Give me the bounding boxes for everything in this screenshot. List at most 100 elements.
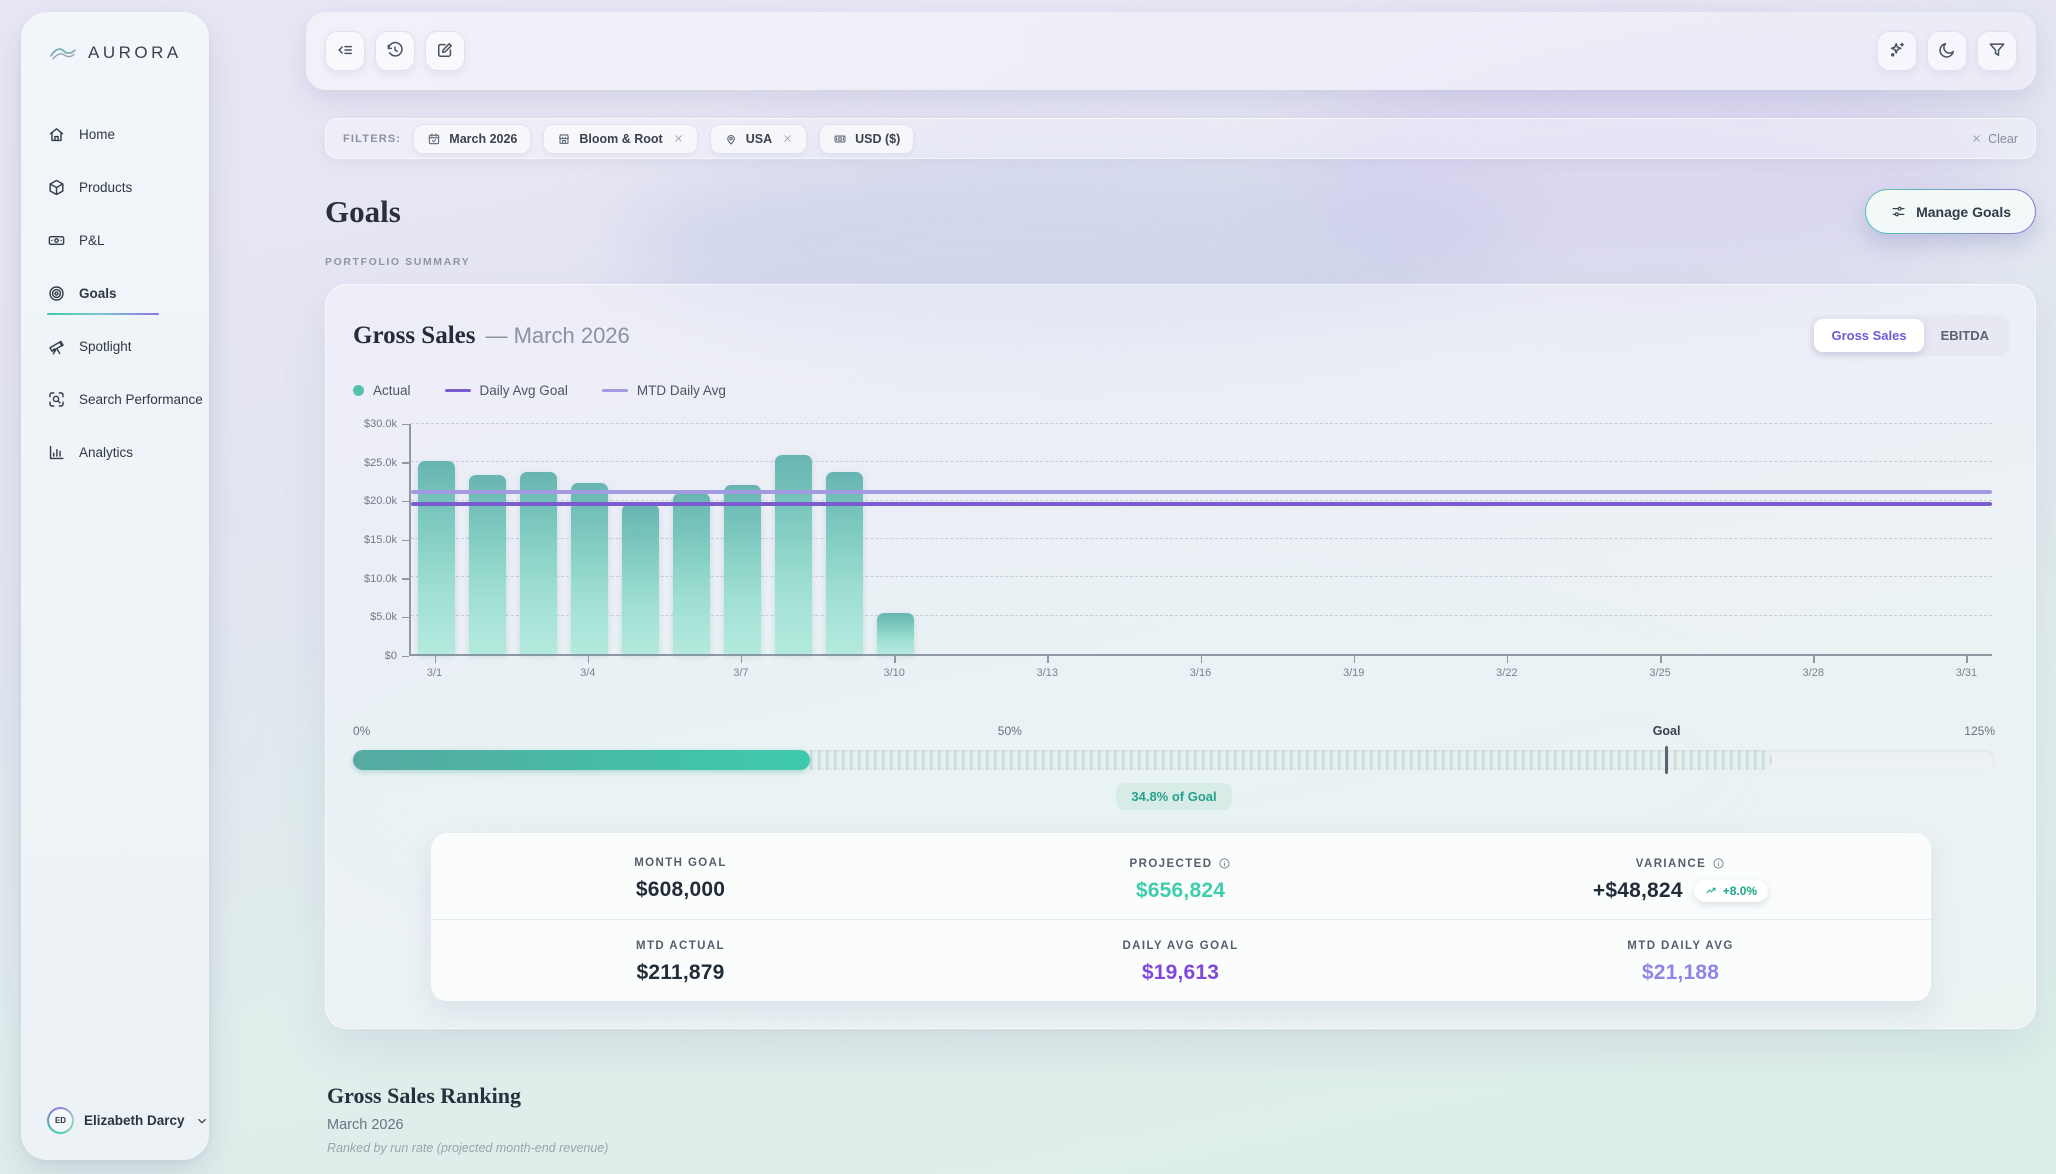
history-icon [385,40,405,63]
sidebar-item-analytics[interactable]: Analytics [47,440,193,464]
wave-logo-icon [47,42,79,64]
collapse-sidebar-icon [335,40,355,63]
goal-progress: 0% 50% Goal 125% 34.8% of Goal [353,724,1995,810]
y-tick-label: $15.0k [364,534,397,546]
trend-up-icon [1705,885,1718,898]
stat-month-goal: MONTH GOAL $608,000 [431,833,931,920]
filter-chip-usa[interactable]: USA [710,124,807,154]
info-icon[interactable] [1218,857,1231,870]
chart-bar [520,472,558,654]
active-nav-underline [47,313,159,316]
edit-button[interactable] [425,31,465,71]
sidebar-item-p-l[interactable]: P&L [47,228,193,252]
x-tick-mark [894,656,896,663]
sidebar-item-goals[interactable]: Goals [47,281,193,305]
avatar: ED [47,1107,74,1134]
info-icon[interactable] [1712,857,1725,870]
goal-stats-panel: MONTH GOAL $608,000 PROJECTED$656,824 VARIA… [431,833,1931,1001]
sidebar-item-products[interactable]: Products [47,175,193,199]
products-icon [47,178,66,197]
percent-of-goal-badge: 34.8% of Goal [1116,783,1231,810]
filter-chip-label: March 2026 [449,132,517,146]
manage-goals-label: Manage Goals [1916,204,2011,220]
sidebar-item-home[interactable]: Home [47,122,193,146]
x-tick-mark [741,656,743,663]
user-menu[interactable]: ED Elizabeth Darcy [47,1107,193,1134]
ai-assist-button[interactable] [1877,31,1917,71]
filter-chip-bloom-root[interactable]: Bloom & Root [543,124,697,154]
banknote-icon [833,132,847,146]
calendar-icon [427,132,441,146]
chart-bar [724,485,762,654]
card-title: Gross Sales [353,322,475,350]
filter-chip-label: USA [746,132,772,146]
sidebar-item-label: Products [79,180,132,195]
toolbar-left-group [325,31,465,71]
y-tick-label: $10.0k [364,573,397,585]
stat-label: VARIANCE [1636,858,1706,870]
x-tick-label: 3/1 [427,667,442,679]
stat-label-row: VARIANCE [1441,857,1921,870]
filter-bar: FILTERS: March 2026 Bloom & Root USA USD ($… [325,118,2036,159]
variance-badge-label: +8.0% [1723,884,1757,898]
y-tick-mark [402,501,409,503]
card-subtitle: — March 2026 [485,323,629,349]
sidebar-item-spotlight[interactable]: Spotlight [47,334,193,358]
x-tick-mark [1966,656,1968,663]
filter-chip-label: USD ($) [855,132,900,146]
filter-chip-march-2026[interactable]: March 2026 [413,124,531,154]
goal-marker [1665,746,1668,774]
stat-label: MTD DAILY AVG [1627,940,1733,952]
stat-value-row: $211,879 [441,961,921,985]
chip-remove-icon[interactable] [782,133,793,144]
y-tick-label: $0 [385,650,397,662]
user-name: Elizabeth Darcy [84,1113,185,1128]
variance-trend-badge: +8.0% [1694,880,1768,902]
sidebar-item-label: Analytics [79,445,133,460]
stat-label: MONTH GOAL [634,857,727,869]
store-icon [557,132,571,146]
legend-label: Actual [373,383,411,398]
sidebar-item-search-performance[interactable]: Search Performance [47,387,193,411]
collapse-sidebar-button[interactable] [325,31,365,71]
progress-start-label: 0% [353,724,370,738]
toggle-option-ebitda[interactable]: EBITDA [1924,319,2006,352]
section-label: PORTFOLIO SUMMARY [325,256,2036,268]
x-tick-mark [1507,656,1509,663]
stat-daily-avg-goal: DAILY AVG GOAL$19,613 [931,920,1431,1001]
y-tick-mark [402,462,409,464]
y-tick-label: $5.0k [370,611,397,623]
stat-value-row: $608,000 [441,878,921,902]
y-tick-mark [402,424,409,426]
ranking-note: Ranked by run rate (projected month-end … [327,1141,2036,1155]
filters-label: FILTERS: [343,133,401,145]
toggle-option-gross-sales[interactable]: Gross Sales [1814,319,1923,352]
legend-item-actual: Actual [353,383,411,398]
x-tick-mark [435,656,437,663]
stat-value: +$48,824 [1593,879,1683,903]
sidebar-nav: Home Products P&L Goals Spotlight Search Perf… [47,122,193,493]
dark-mode-button[interactable] [1927,31,1967,71]
progress-fill [353,750,810,770]
y-tick-mark [402,656,409,658]
x-tick-mark [1354,656,1356,663]
stat-value-row: +$48,824 +8.0% [1441,879,1921,903]
chart-bar [571,483,609,654]
manage-goals-button[interactable]: Manage Goals [1865,189,2036,234]
clear-filters-button[interactable]: Clear [1971,132,2018,146]
ranking-section: Gross Sales Ranking March 2026 Ranked by… [325,1083,2036,1155]
stat-projected: PROJECTED$656,824 [931,833,1431,920]
app-logo[interactable]: AURORA [47,42,193,64]
legend-item-mtd-daily-avg: MTD Daily Avg [602,383,726,398]
x-tick-mark [1813,656,1815,663]
chart-bar [775,455,813,654]
gridline [411,423,1992,424]
x-tick-label: 3/7 [733,667,748,679]
history-button[interactable] [375,31,415,71]
chip-remove-icon[interactable] [673,133,684,144]
filter-chip-usd-[interactable]: USD ($) [819,124,914,154]
stat-value: $211,879 [636,961,724,985]
filter-button[interactable] [1977,31,2017,71]
x-tick-mark [1047,656,1049,663]
sidebar-item-label: P&L [79,233,105,248]
